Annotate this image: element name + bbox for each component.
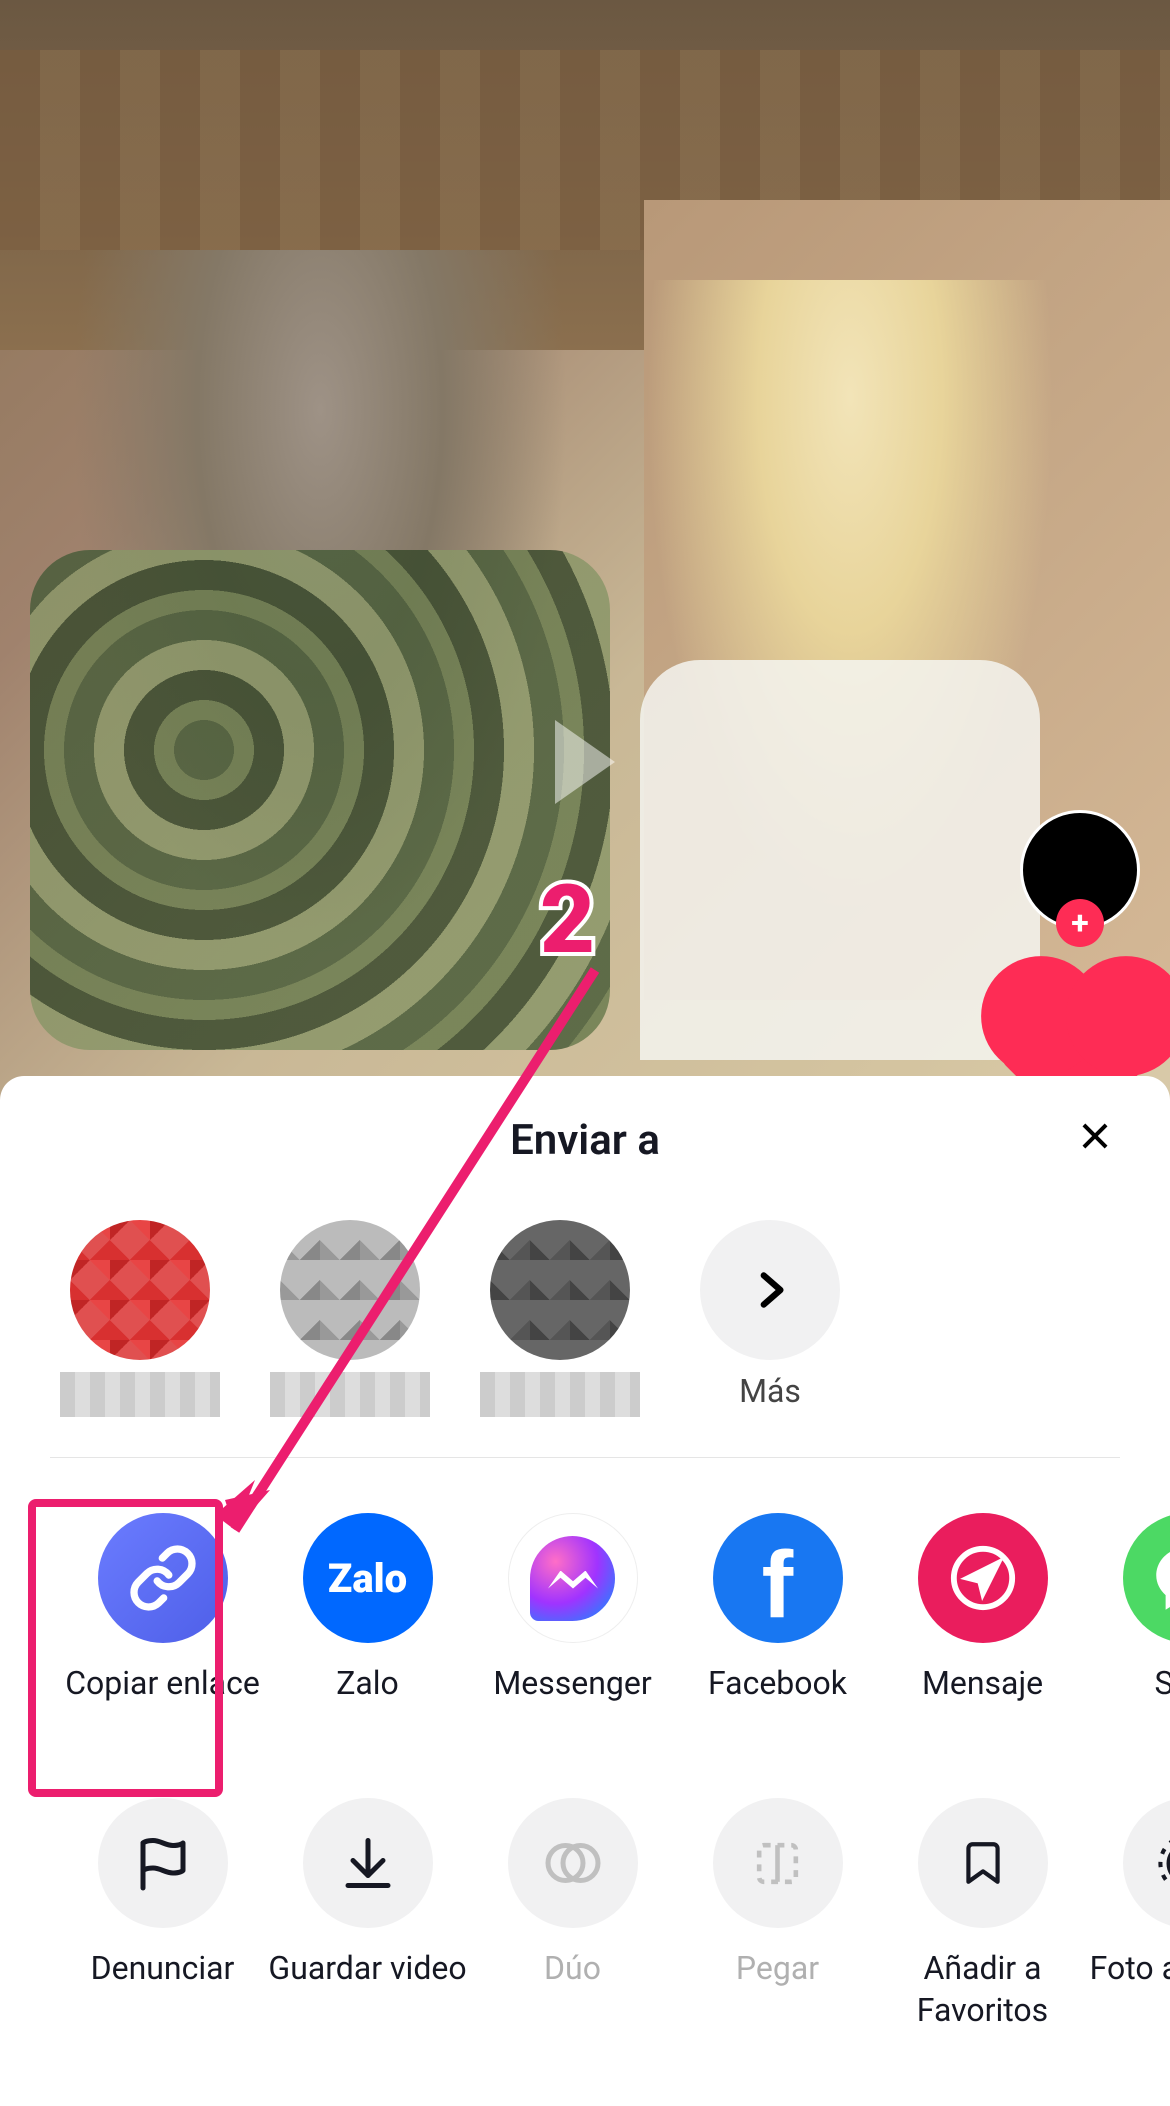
copy-link-label: Copiar enlace <box>65 1663 260 1743</box>
sms-label: SMS <box>1155 1663 1170 1743</box>
livephoto-icon <box>1155 1831 1170 1896</box>
messenger-label: Messenger <box>493 1663 651 1743</box>
contact-name-blurred <box>270 1372 430 1417</box>
annotation-step-number: 2 <box>540 865 595 976</box>
actions-row: Denunciar Guardar video Dúo <box>0 1743 1170 2031</box>
contact-name-blurred <box>480 1372 640 1417</box>
livephoto-button[interactable]: Foto animada <box>1085 1798 1170 2031</box>
chevron-right-icon <box>745 1265 795 1315</box>
sms-share-button[interactable]: SMS <box>1085 1513 1170 1743</box>
contact-user-3[interactable] <box>470 1220 650 1417</box>
close-icon <box>1076 1117 1114 1155</box>
stitch-label: Pegar <box>736 1948 819 2028</box>
contacts-row: Más <box>0 1195 1170 1457</box>
contact-name-blurred <box>60 1372 220 1417</box>
bookmark-icon <box>958 1833 1008 1893</box>
share-sheet: Enviar a Más <box>0 1076 1170 2106</box>
close-button[interactable] <box>1070 1111 1120 1161</box>
play-icon <box>555 720 615 804</box>
mensaje-label: Mensaje <box>922 1663 1043 1743</box>
send-icon <box>948 1543 1018 1613</box>
more-contacts-button[interactable]: Más <box>680 1220 860 1410</box>
contact-user-2[interactable] <box>260 1220 440 1417</box>
share-apps-row: Copiar enlace Zalo Zalo Messenger f Face… <box>0 1458 1170 1743</box>
stitch-icon <box>750 1836 805 1891</box>
favorite-label: Añadir a Favoritos <box>880 1948 1085 2031</box>
report-button[interactable]: Denunciar <box>60 1798 265 2031</box>
mensaje-share-button[interactable]: Mensaje <box>880 1513 1085 1743</box>
save-video-button[interactable]: Guardar video <box>265 1798 470 2031</box>
follow-plus-icon[interactable]: + <box>1056 899 1104 947</box>
duet-button: Dúo <box>470 1798 675 2031</box>
download-icon <box>338 1833 398 1893</box>
link-icon <box>128 1543 198 1613</box>
duet-label: Dúo <box>544 1948 601 2028</box>
contact-avatar <box>70 1220 210 1360</box>
share-sheet-title: Enviar a <box>510 1116 660 1165</box>
video-right-actions: + <box>1020 810 1140 1110</box>
contact-avatar <box>280 1220 420 1360</box>
duet-icon <box>543 1833 603 1893</box>
facebook-label: Facebook <box>708 1663 847 1743</box>
livephoto-label: Foto animada <box>1090 1948 1170 2028</box>
zalo-share-button[interactable]: Zalo Zalo <box>265 1513 470 1743</box>
save-video-label: Guardar video <box>268 1948 466 2028</box>
speech-bubble-icon <box>1150 1541 1170 1616</box>
zalo-icon: Zalo <box>328 1555 407 1602</box>
favorite-button[interactable]: Añadir a Favoritos <box>880 1798 1085 2031</box>
report-label: Denunciar <box>91 1948 235 2028</box>
contact-user-1[interactable] <box>50 1220 230 1417</box>
messenger-share-button[interactable]: Messenger <box>470 1513 675 1743</box>
messenger-icon <box>530 1536 615 1621</box>
facebook-icon: f <box>762 1531 794 1640</box>
facebook-share-button[interactable]: f Facebook <box>675 1513 880 1743</box>
stitch-button: Pegar <box>675 1798 880 2031</box>
contact-avatar <box>490 1220 630 1360</box>
zalo-label: Zalo <box>336 1663 399 1743</box>
copy-link-button[interactable]: Copiar enlace <box>60 1513 265 1743</box>
flag-icon <box>133 1833 193 1893</box>
creator-avatar[interactable]: + <box>1020 810 1140 930</box>
more-contacts-label: Más <box>739 1372 801 1410</box>
